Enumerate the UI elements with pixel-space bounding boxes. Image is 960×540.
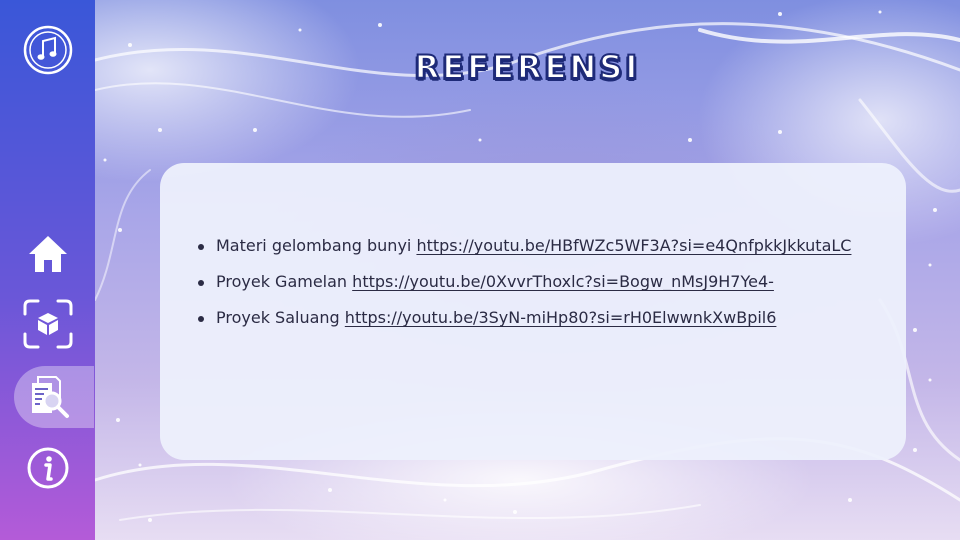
reference-label: Proyek Saluang xyxy=(216,308,340,327)
sidebar-item-ar-cube[interactable] xyxy=(0,296,95,352)
list-item: Proyek Saluang https://youtu.be/3SyN-miH… xyxy=(196,300,876,336)
info-icon xyxy=(27,447,68,489)
reference-list: Materi gelombang bunyi https://youtu.be/… xyxy=(196,228,876,336)
page-title: REFERENSI xyxy=(414,47,641,87)
list-item: Proyek Gamelan https://youtu.be/0XvvrTho… xyxy=(196,264,876,300)
home-icon xyxy=(28,236,67,272)
reference-link[interactable]: https://youtu.be/HBfWZc5WF3A?si=e4Qnfpkk… xyxy=(416,236,851,255)
sidebar-item-home[interactable] xyxy=(0,228,95,280)
ar-cube-icon xyxy=(23,299,72,349)
document-search-icon xyxy=(31,376,69,418)
sidebar xyxy=(0,0,95,540)
reference-link[interactable]: https://youtu.be/3SyN-miHp80?si=rH0Elwwn… xyxy=(345,308,777,327)
sidebar-item-info[interactable] xyxy=(0,444,95,492)
reference-label: Proyek Gamelan xyxy=(216,272,348,291)
sidebar-item-music[interactable] xyxy=(0,22,95,78)
list-item: Materi gelombang bunyi https://youtu.be/… xyxy=(196,228,876,264)
music-note-icon xyxy=(23,25,72,75)
reference-link[interactable]: https://youtu.be/0XvvrThoxlc?si=Bogw_nMs… xyxy=(352,272,774,291)
sidebar-item-reference[interactable] xyxy=(0,366,95,428)
reference-label: Materi gelombang bunyi xyxy=(216,236,412,255)
